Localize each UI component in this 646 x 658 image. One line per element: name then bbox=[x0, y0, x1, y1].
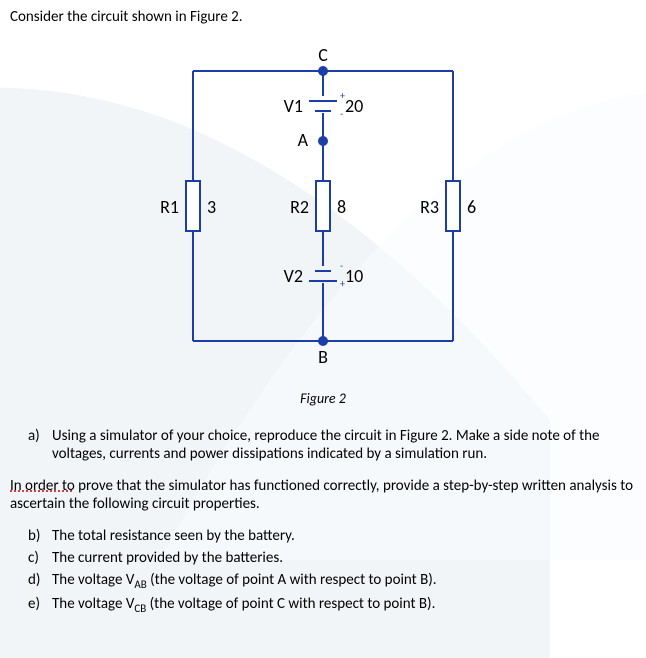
svg-text:-: - bbox=[340, 259, 343, 272]
mid-paragraph: In order to prove that the simulator has… bbox=[10, 477, 636, 513]
node-c-label: C bbox=[318, 44, 328, 66]
qc-letter: c) bbox=[28, 549, 52, 567]
r2-value: 8 bbox=[337, 196, 346, 218]
qb-text: The total resistance seen by the battery… bbox=[52, 527, 295, 545]
v2-label: V2 bbox=[284, 265, 303, 287]
qa-letter: a) bbox=[28, 427, 52, 463]
qc-text: The current provided by the batteries. bbox=[52, 549, 283, 567]
mid-lead: In order to bbox=[10, 477, 75, 495]
node-a-label: A bbox=[298, 129, 309, 151]
qd-letter: d) bbox=[28, 571, 52, 591]
r3-value: 6 bbox=[467, 196, 476, 218]
figure-caption: Figure 2 bbox=[10, 390, 636, 407]
qa-text: Using a simulator of your choice, reprod… bbox=[52, 427, 636, 463]
v1-label: V1 bbox=[284, 95, 303, 117]
question-b: b) The total resistance seen by the batt… bbox=[28, 527, 636, 545]
qd-text: The voltage VAB (the voltage of point A … bbox=[52, 571, 437, 591]
node-b-label: B bbox=[318, 346, 328, 368]
mid-rest: prove that the simulator has functioned … bbox=[10, 477, 633, 513]
circuit-figure: C A B V1 20 + - V2 10 - + R1 3 R2 8 R3 6 bbox=[10, 41, 636, 376]
intro-text: Consider the circuit shown in Figure 2. bbox=[10, 8, 636, 26]
qe-text: The voltage VCB (the voltage of point C … bbox=[52, 595, 435, 615]
question-e: e) The voltage VCB (the voltage of point… bbox=[28, 595, 636, 615]
svg-text:-: - bbox=[340, 107, 343, 120]
v2-value: 10 bbox=[345, 265, 363, 287]
question-d: d) The voltage VAB (the voltage of point… bbox=[28, 571, 636, 591]
r2-label: R2 bbox=[290, 196, 309, 218]
question-c: c) The current provided by the batteries… bbox=[28, 549, 636, 567]
v1-value: 20 bbox=[345, 95, 363, 117]
qe-letter: e) bbox=[28, 595, 52, 615]
question-a: a) Using a simulator of your choice, rep… bbox=[28, 427, 636, 463]
qb-letter: b) bbox=[28, 527, 52, 545]
r1-label: R1 bbox=[160, 196, 179, 218]
svg-text:+: + bbox=[340, 277, 345, 290]
svg-text:+: + bbox=[340, 89, 345, 102]
r1-value: 3 bbox=[207, 196, 216, 218]
r3-label: R3 bbox=[420, 196, 439, 218]
